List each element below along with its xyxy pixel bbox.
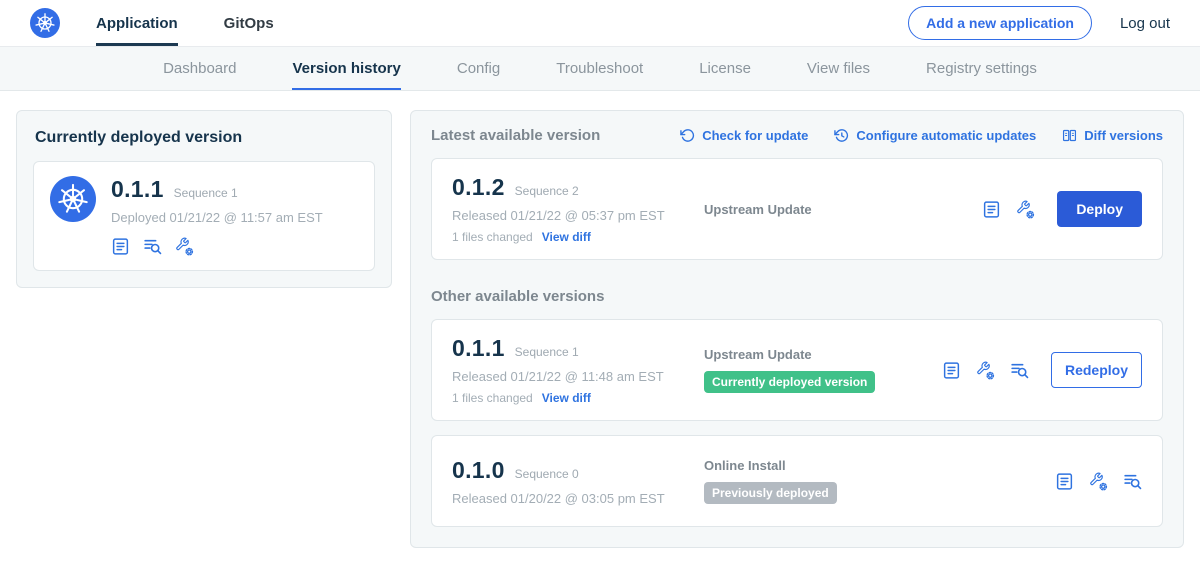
subnav-config[interactable]: Config — [457, 47, 500, 90]
tab-application[interactable]: Application — [96, 0, 178, 46]
currently-deployed-panel: Currently deployed version 0.1.1 Sequenc… — [16, 110, 392, 288]
subnav-license[interactable]: License — [699, 47, 751, 90]
diff-files-icon[interactable] — [1010, 361, 1029, 380]
release-notes-icon[interactable] — [942, 361, 961, 380]
subnav-registry-settings[interactable]: Registry settings — [926, 47, 1037, 90]
version-number: 0.1.2 — [452, 174, 505, 201]
other-available-versions-title: Other available versions — [431, 288, 1163, 305]
files-changed-label: 1 files changed — [452, 391, 533, 405]
deployed-date: Deployed 01/21/22 @ 11:57 am EST — [111, 210, 323, 225]
subnav-dashboard[interactable]: Dashboard — [163, 47, 236, 90]
release-notes-icon[interactable] — [982, 200, 1001, 219]
tab-gitops[interactable]: GitOps — [224, 0, 274, 46]
version-source-label: Online Install — [704, 458, 1055, 473]
currently-deployed-badge: Currently deployed version — [704, 371, 875, 393]
deployed-sequence-label: Sequence 1 — [174, 186, 238, 200]
version-card-0-1-0: 0.1.0 Sequence 0 Released 01/20/22 @ 03:… — [431, 435, 1163, 527]
app-kubernetes-icon — [50, 176, 96, 222]
configure-automatic-updates-label: Configure automatic updates — [856, 128, 1036, 143]
check-for-update-label: Check for update — [702, 128, 808, 143]
subnav-version-history[interactable]: Version history — [292, 47, 400, 90]
schedule-icon — [834, 128, 849, 143]
version-source-label: Upstream Update — [704, 202, 982, 217]
version-number: 0.1.0 — [452, 457, 505, 484]
sequence-label: Sequence 2 — [515, 184, 579, 198]
app-subnav: Dashboard Version history Config Trouble… — [0, 47, 1200, 91]
top-navbar: Application GitOps Add a new application… — [0, 0, 1200, 47]
kubernetes-logo-icon[interactable] — [30, 8, 60, 38]
diff-files-icon[interactable] — [1123, 472, 1142, 491]
view-diff-link[interactable]: View diff — [542, 230, 591, 244]
view-diff-link[interactable]: View diff — [542, 391, 591, 405]
refresh-icon — [680, 128, 695, 143]
release-notes-icon[interactable] — [111, 237, 130, 256]
release-notes-icon[interactable] — [1055, 472, 1074, 491]
available-versions-panel: Latest available version Check for updat… — [410, 110, 1184, 548]
redeploy-button[interactable]: Redeploy — [1051, 352, 1142, 388]
version-source-label: Upstream Update — [704, 347, 942, 362]
check-for-update-link[interactable]: Check for update — [680, 128, 808, 143]
released-date: Released 01/21/22 @ 05:37 pm EST — [452, 208, 704, 223]
sequence-label: Sequence 0 — [515, 467, 579, 481]
released-date: Released 01/20/22 @ 03:05 pm EST — [452, 491, 704, 506]
previously-deployed-badge: Previously deployed — [704, 482, 837, 504]
logout-link[interactable]: Log out — [1120, 15, 1170, 32]
edit-config-icon[interactable] — [1016, 200, 1035, 219]
diff-columns-icon — [1062, 128, 1077, 143]
version-card-0-1-1: 0.1.1 Sequence 1 Released 01/21/22 @ 11:… — [431, 319, 1163, 421]
deployed-panel-title: Currently deployed version — [35, 129, 373, 147]
add-application-button[interactable]: Add a new application — [908, 6, 1092, 40]
latest-available-title: Latest available version — [431, 127, 600, 144]
subnav-troubleshoot[interactable]: Troubleshoot — [556, 47, 643, 90]
top-tabs: Application GitOps — [96, 0, 274, 46]
edit-config-icon[interactable] — [1089, 472, 1108, 491]
deployed-actions — [111, 237, 323, 256]
version-card-latest: 0.1.2 Sequence 2 Released 01/21/22 @ 05:… — [431, 158, 1163, 260]
version-number: 0.1.1 — [452, 335, 505, 362]
released-date: Released 01/21/22 @ 11:48 am EST — [452, 369, 704, 384]
diff-versions-link[interactable]: Diff versions — [1062, 128, 1163, 143]
subnav-view-files[interactable]: View files — [807, 47, 870, 90]
diff-files-icon[interactable] — [143, 237, 162, 256]
edit-config-icon[interactable] — [976, 361, 995, 380]
deployed-version-number: 0.1.1 — [111, 176, 164, 203]
diff-versions-label: Diff versions — [1084, 128, 1163, 143]
edit-config-icon[interactable] — [175, 237, 194, 256]
version-history-actions: Check for update Configure automatic upd… — [680, 128, 1163, 143]
main-content: Currently deployed version 0.1.1 Sequenc… — [0, 91, 1200, 567]
deploy-button[interactable]: Deploy — [1057, 191, 1142, 227]
sequence-label: Sequence 1 — [515, 345, 579, 359]
deployed-version-card: 0.1.1 Sequence 1 Deployed 01/21/22 @ 11:… — [33, 161, 375, 271]
files-changed-label: 1 files changed — [452, 230, 533, 244]
configure-automatic-updates-link[interactable]: Configure automatic updates — [834, 128, 1036, 143]
